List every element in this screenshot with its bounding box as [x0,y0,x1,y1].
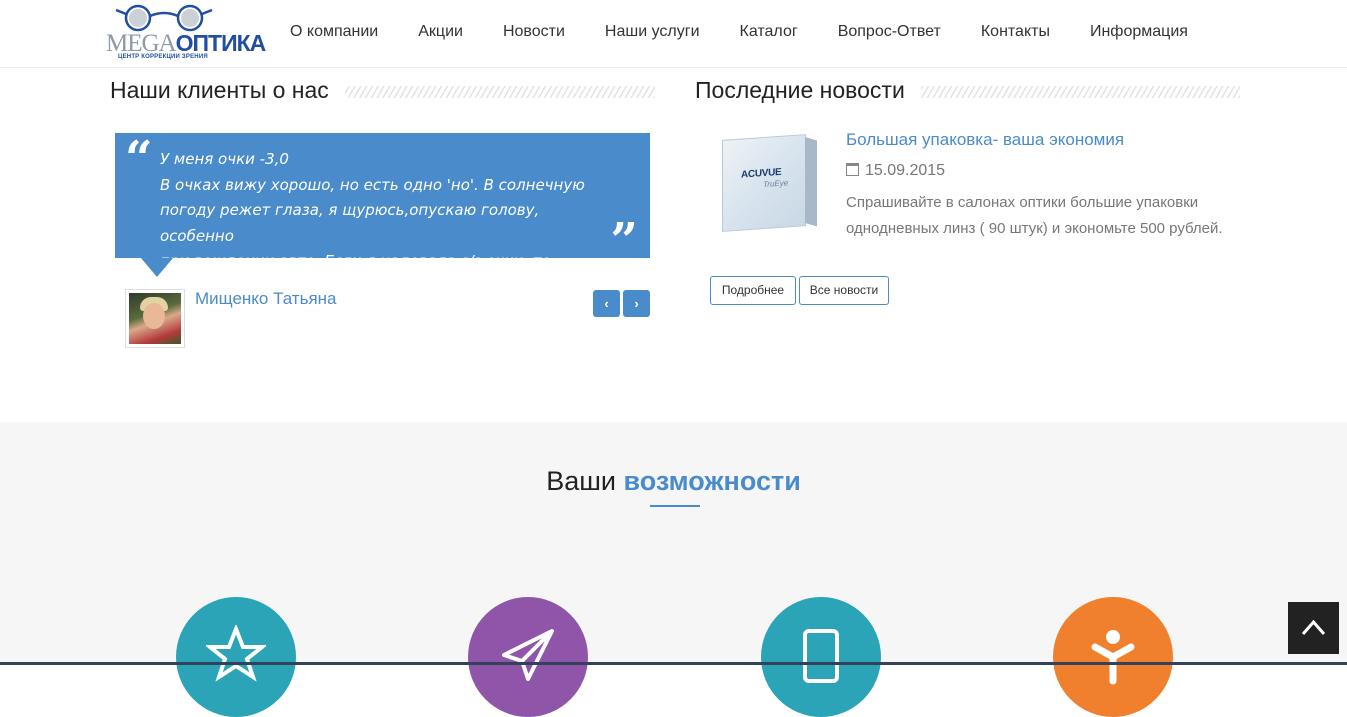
quote-open-icon: “ [125,131,153,187]
site-logo[interactable]: MEGAОПТИКА ЦЕНТР КОРРЕКЦИИ ЗРЕНИЯ [104,2,266,64]
features-section: Ваши возможности [0,422,1347,717]
testimonial-author[interactable]: Мищенко Татьяна [195,289,337,309]
logo-tagline: ЦЕНТР КОРРЕКЦИИ ЗРЕНИЯ [118,54,208,60]
news-item-title[interactable]: Большая упаковка- ваша экономия [846,130,1124,150]
avatar-photo [129,293,181,344]
quote-close-icon: ” [610,213,638,269]
testimonial-line: У меня очки -3,0 [160,150,289,168]
news-image[interactable]: ACUVUE TruEye [694,131,831,236]
person-icon [1091,630,1135,685]
logo-text: MEGAОПТИКА [106,30,266,57]
nav-about[interactable]: О компании [270,0,398,64]
features-title: Ваши возможности [546,466,801,496]
testimonial-line: погоду режет глаза, я щурюсь,опускаю гол… [160,201,540,245]
news-item-date: 15.09.2015 [846,162,945,180]
feature-plane-circle[interactable] [468,597,588,717]
testimonial-avatar [125,289,185,348]
read-more-button[interactable]: Подробнее [710,276,796,305]
all-news-button[interactable]: Все новости [799,276,889,305]
mobile-icon [803,629,839,683]
nav-faq[interactable]: Вопрос-Ответ [818,0,961,64]
paper-plane-icon [502,629,554,681]
contact-lens-box: ACUVUE TruEye [722,134,817,232]
nav-news[interactable]: Новости [483,0,585,64]
testimonial-text: У меня очки -3,0 В очках вижу хорошо, но… [160,147,600,300]
site-header: MEGAОПТИКА ЦЕНТР КОРРЕКЦИИ ЗРЕНИЯ О комп… [0,0,1347,68]
glasses-icon [115,4,213,32]
feature-star-circle[interactable] [176,597,296,717]
nav-catalog[interactable]: Каталог [720,0,818,64]
news-title: Последние новости [695,77,921,104]
nav-info[interactable]: Информация [1070,0,1208,64]
testimonial-line: В очках вижу хорошо, но есть одно 'но'. … [160,175,585,194]
nav-promotions[interactable]: Акции [398,0,483,64]
feature-person-circle[interactable] [1053,597,1173,717]
features-underline [650,505,700,507]
star-icon [206,625,266,682]
chevron-up-icon [1301,619,1326,635]
carousel-prev-button[interactable]: ‹ [593,290,620,317]
main-nav: О компании Акции Новости Наши услуги Кат… [270,0,1208,64]
calendar-icon [846,163,859,176]
feature-mobile-circle[interactable] [761,597,881,717]
nav-contacts[interactable]: Контакты [961,0,1070,64]
carousel-next-button[interactable]: › [623,290,650,317]
news-item-text: Спрашивайте в салонах оптики большие упа… [846,194,1223,237]
nav-services[interactable]: Наши услуги [585,0,720,64]
testimonials-title: Наши клиенты о нас [110,77,345,104]
testimonial-quote: “ У меня очки -3,0 В очках вижу хорошо, … [115,131,650,296]
back-to-top-button[interactable] [1288,602,1339,654]
